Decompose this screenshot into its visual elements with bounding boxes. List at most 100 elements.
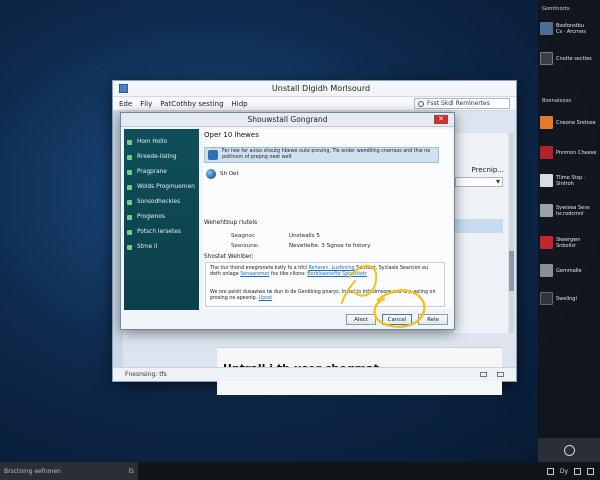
taskbar-search[interactable]: Brsctning eefnmen lS [0, 462, 138, 480]
info-icon [208, 150, 218, 160]
back-button[interactable]: Alect [346, 314, 376, 325]
notification-1-text: Bsofonstbu Cs · Arcrnes [556, 23, 586, 35]
document-icon [540, 116, 553, 129]
notification-panel: Gomtnorts Bsofonstbu Cs · Arcrnes Cnotte … [538, 0, 600, 462]
section-label-1: Wehehtbup riutels [204, 220, 258, 226]
menu-item-file[interactable]: Fliy [140, 100, 152, 108]
system-tray: Dy [546, 467, 600, 475]
sidebar-item-label: Wolds Progmuemen [137, 184, 195, 190]
tray-label[interactable]: Dy [560, 468, 568, 475]
panel-item-1[interactable]: Cneone Sretose [540, 116, 598, 129]
section-label-2: Shostet Wehlber: [204, 254, 254, 260]
sidebar-item-home[interactable]: Hom Hollo [127, 136, 196, 148]
search-input[interactable]: Fsst Skdl Remlnertes [414, 98, 510, 109]
para1-text-c: fos tike cliono: [270, 272, 306, 278]
sidebar-item-label: Rreede-lisling [137, 154, 177, 160]
sidebar-item-label: Potsch lersetes [137, 229, 181, 235]
menu-item-settings[interactable]: PatCothby sesting [160, 100, 223, 108]
tray-network-icon[interactable] [546, 467, 554, 475]
wrench-icon [540, 204, 553, 217]
panel-item-label: Pnnmon Cheese [556, 149, 597, 156]
sidebar-item-6[interactable]: Progwnos [127, 211, 196, 223]
search-placeholder: Fsst Skdl Remlnertes [427, 100, 490, 107]
panel-item-7[interactable]: Swelingl [540, 292, 598, 305]
menu-item-edit[interactable]: Ede [119, 100, 132, 108]
status-text: Fnesnsing: tfs [125, 371, 167, 378]
panel-header-top: Gomtnorts [542, 6, 570, 12]
sidebar-item-5[interactable]: Sonsodheckles [127, 196, 196, 208]
panel-item-4[interactable]: Sywisea Sevs lsr.rodcmnl [540, 204, 598, 217]
quick-action[interactable] [538, 438, 600, 462]
gear-icon [540, 292, 553, 305]
kv-key-2: Seersune: [231, 243, 260, 249]
info-text: Fer hee fer aviso shoutg hbewe oute prov… [222, 149, 431, 160]
scrollbar-track[interactable] [509, 133, 514, 333]
close-button[interactable]: ✕ [434, 115, 448, 124]
notification-app-icon [540, 22, 553, 35]
next-button[interactable]: Rele [418, 314, 448, 325]
bullet-icon [127, 244, 132, 250]
taskbar-search-suffix: lS [128, 467, 134, 475]
tray-volume-icon[interactable] [574, 467, 581, 475]
panel-item-label: Sywisea Sevs lsr.rodcmnl [556, 204, 590, 217]
link-reference[interactable]: Reheren. Lusfoning [309, 266, 355, 271]
link-update[interactable]: Upsst [259, 296, 272, 301]
panel-header-mid: Bsenaleoss [542, 98, 572, 104]
panel-item-3[interactable]: Tllme Stsp · Slntroh [540, 174, 598, 187]
panel-item-label: Gemmalle [556, 267, 582, 274]
right-pane-dropdown[interactable] [455, 177, 503, 187]
bullet-icon [127, 154, 132, 160]
view-tiles-icon[interactable] [497, 372, 504, 377]
taskbar: Brsctning eefnmen lS Dy [0, 462, 600, 480]
menu-item-help[interactable]: Hidp [232, 100, 248, 108]
taskbar-search-text: Brsctning eefnmen [4, 467, 61, 475]
sidebar-item-label: Sonsodheckles [137, 199, 181, 205]
panel-item-5[interactable]: Skeergwn Snbolisr [540, 236, 598, 249]
dialog-title: Shouwstall Gongrand [247, 115, 328, 124]
sidebar-item-4[interactable]: Wolds Progmuemen [127, 181, 196, 193]
edit-icon [540, 264, 553, 277]
notification-2-text: Cnotte secties [556, 55, 592, 62]
panel-item-2[interactable]: Pnnmon Cheese [540, 146, 598, 159]
panel-item-6[interactable]: Gemmalle [540, 264, 598, 277]
window-app-icon [119, 84, 128, 93]
panel-item-label: Cneone Sretose [556, 119, 596, 126]
error-icon [540, 236, 553, 249]
sidebar-item-8[interactable]: Stme ll [127, 241, 196, 253]
right-pane-selected-row[interactable] [455, 219, 503, 233]
sidebar-item-7[interactable]: Potsch lersetes [127, 226, 196, 238]
dialog-sidebar: Hom Hollo Rreede-lisling Pragprane Wolds… [124, 129, 199, 310]
status-bar: Fnesnsing: tfs [113, 367, 516, 381]
notification-2[interactable]: Cnotte secties [540, 52, 598, 65]
bullet-icon [127, 214, 132, 220]
scrollbar-thumb[interactable] [509, 251, 514, 291]
sidebar-item-3[interactable]: Pragprane [127, 166, 196, 178]
panel-item-label: Skeergwn Snbolisr [556, 236, 581, 249]
main-titlebar[interactable]: Unstall Dlgidh Morlsourd [113, 81, 516, 97]
view-details-icon[interactable] [480, 372, 487, 377]
dialog-buttons: Alect Cancel Rele [346, 314, 448, 325]
link-search[interactable]: Senaaremet [240, 272, 269, 277]
panel-item-label: Swelingl [556, 295, 577, 302]
link-sponsor[interactable]: Borbloasnefte Sponstiotr [307, 272, 366, 277]
tray-notification-icon[interactable] [587, 467, 594, 475]
tool-icon [540, 174, 553, 187]
dialog-titlebar[interactable]: Shouwstall Gongrand ✕ [121, 113, 454, 127]
para1-text-a: The tiur thond enegronete kstly fo a hfc… [210, 266, 307, 271]
dialog-heading: Oper 10 lhewes [204, 131, 259, 139]
bullet-icon [127, 199, 132, 205]
bullet-icon [127, 229, 132, 235]
uninstall-dialog: Shouwstall Gongrand ✕ Hom Hollo Rreede-l… [120, 112, 455, 330]
main-window-title: Unstall Dlgidh Morlsourd [271, 84, 371, 93]
cancel-button[interactable]: Cancel [382, 314, 412, 325]
sidebar-item-2[interactable]: Rreede-lisling [127, 151, 196, 163]
menu-bar: Ede Fliy PatCothby sesting Hidp Fsst Skd… [113, 97, 516, 111]
sidebar-item-label: Hom Hollo [137, 139, 168, 145]
details-paragraph-2: We ore pelsit dusawwa tw dun lo de Genkb… [210, 290, 440, 303]
notification-1[interactable]: Bsofonstbu Cs · Arcrnes [540, 22, 598, 35]
globe-label: Sh Oet [220, 171, 239, 177]
notification-gear-icon [540, 52, 553, 65]
bullet-icon [127, 184, 132, 190]
kv-value-2: Nevetielte. 3 Sgnse to hstory [289, 243, 371, 249]
search-icon [418, 100, 424, 107]
